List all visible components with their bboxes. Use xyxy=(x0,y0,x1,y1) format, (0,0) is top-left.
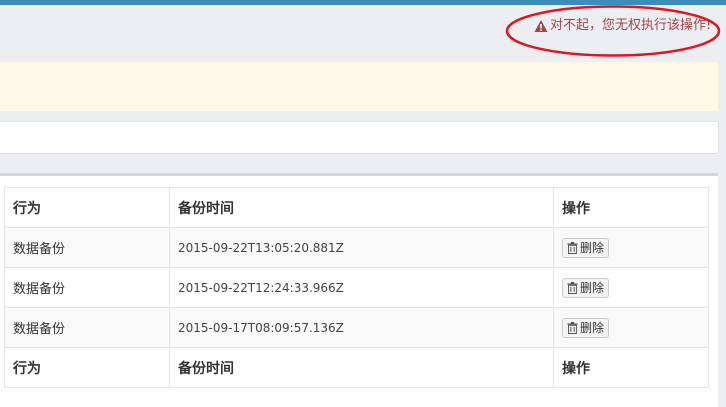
alert-text: 对不起，您无权执行该操作! xyxy=(550,18,712,33)
cell-backup-time: 2015-09-17T08:09:57.136Z xyxy=(169,307,554,348)
delete-label: 删除 xyxy=(580,321,605,335)
cell-operation: 删除 xyxy=(553,267,709,308)
backup-table: 行为 备份时间 操作 数据备份 2015-09-22T13:05:20.881Z xyxy=(4,187,709,388)
backup-list-box: 行为 备份时间 操作 数据备份 2015-09-22T13:05:20.881Z xyxy=(0,173,718,407)
footer-header-backup-time: 备份时间 xyxy=(169,347,554,388)
delete-button[interactable]: 删除 xyxy=(562,317,610,338)
cell-operation: 删除 xyxy=(553,227,709,268)
delete-label: 删除 xyxy=(580,281,605,295)
permission-alert: 对不起，您无权执行该操作! xyxy=(534,17,711,35)
column-header-operation: 操作 xyxy=(553,187,709,228)
cell-operation: 删除 xyxy=(553,307,709,348)
table-footer-row: 行为 备份时间 操作 xyxy=(4,347,709,388)
cell-backup-time: 2015-09-22T13:05:20.881Z xyxy=(169,227,554,268)
cell-action: 数据备份 xyxy=(4,267,170,308)
toolbar-panel xyxy=(0,121,719,154)
top-accent-bar xyxy=(0,0,726,5)
table-row: 数据备份 2015-09-22T13:05:20.881Z 删除 xyxy=(4,227,709,268)
table-row: 数据备份 2015-09-17T08:09:57.136Z 删除 xyxy=(4,307,709,348)
cell-action: 数据备份 xyxy=(4,227,170,268)
table-header-row: 行为 备份时间 操作 xyxy=(4,187,709,228)
delete-button[interactable]: 删除 xyxy=(562,237,610,258)
table-row: 数据备份 2015-09-22T12:24:33.966Z 删除 xyxy=(4,267,709,308)
trash-icon xyxy=(567,321,578,334)
trash-icon xyxy=(567,241,578,254)
cell-action: 数据备份 xyxy=(4,307,170,348)
cell-backup-time: 2015-09-22T12:24:33.966Z xyxy=(169,267,554,308)
callout-panel xyxy=(0,61,719,112)
warning-icon xyxy=(534,19,548,33)
footer-header-operation: 操作 xyxy=(553,347,709,388)
delete-button[interactable]: 删除 xyxy=(562,277,610,298)
trash-icon xyxy=(567,281,578,294)
footer-header-action: 行为 xyxy=(4,347,170,388)
column-header-backup-time: 备份时间 xyxy=(169,187,554,228)
column-header-action: 行为 xyxy=(4,187,170,228)
delete-label: 删除 xyxy=(580,241,605,255)
